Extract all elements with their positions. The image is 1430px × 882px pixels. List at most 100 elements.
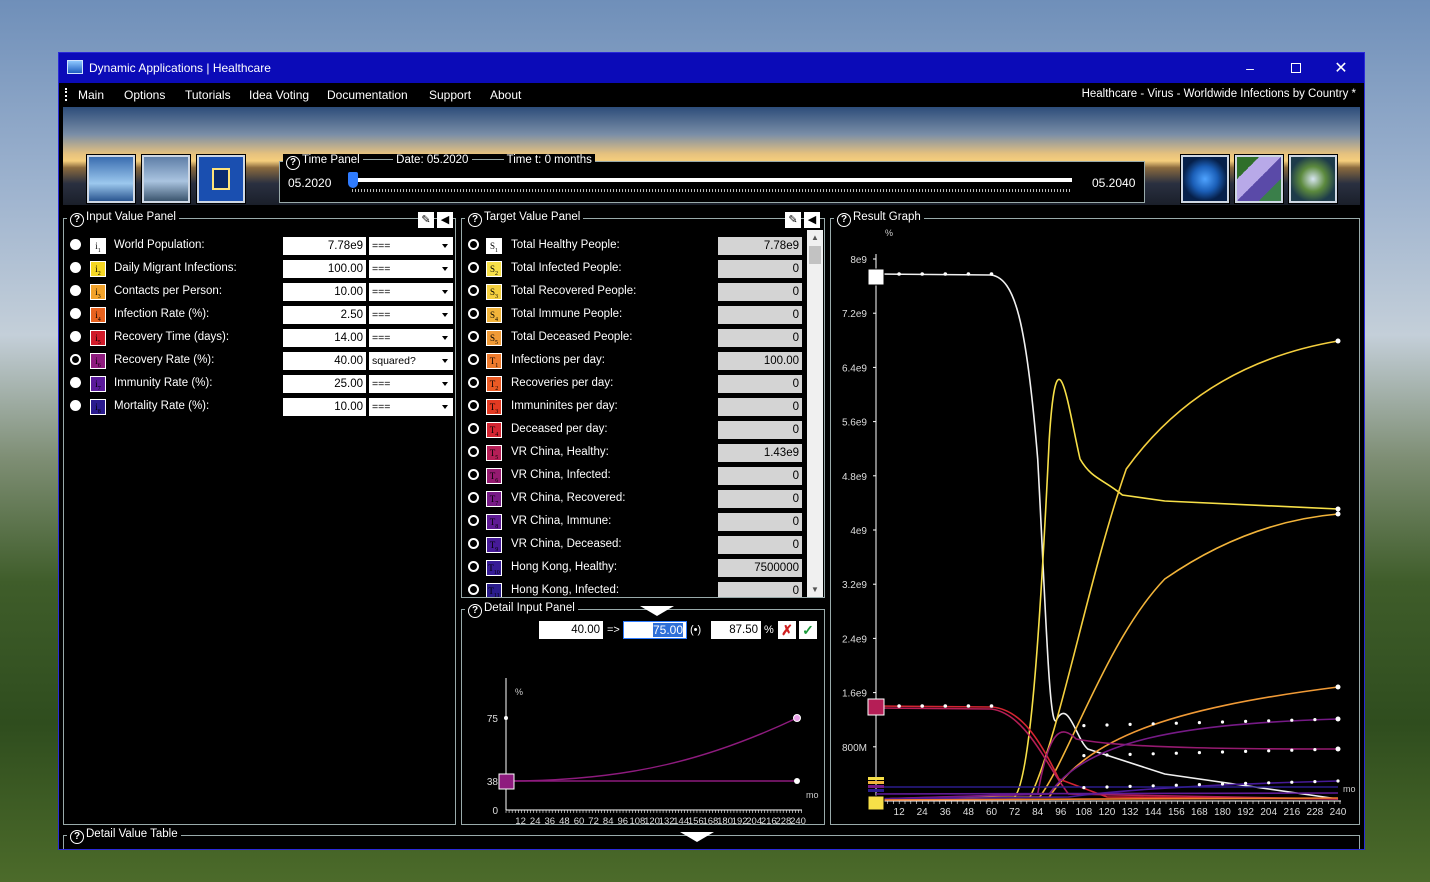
- menu-idea-voting[interactable]: Idea Voting: [249, 88, 309, 102]
- time-slider-track[interactable]: [352, 178, 1072, 182]
- target-row[interactable]: T1 Infections per day: 100.00: [462, 351, 806, 371]
- target-radio[interactable]: [468, 331, 479, 342]
- input-row[interactable]: i4 Infection Rate (%): 2.50 ===: [64, 305, 455, 325]
- target-radio[interactable]: [468, 400, 479, 411]
- input-radio[interactable]: [70, 285, 81, 296]
- input-radio[interactable]: [70, 308, 81, 319]
- target-radio[interactable]: [468, 354, 479, 365]
- input-value[interactable]: 25.00: [283, 375, 366, 393]
- input-row[interactable]: i8 Mortality Rate (%): 10.00 ===: [64, 397, 455, 417]
- input-value[interactable]: 10.00: [283, 283, 366, 301]
- scroll-thumb[interactable]: [809, 246, 821, 264]
- input-mode-select[interactable]: ===: [369, 398, 453, 416]
- time-slider-handle[interactable]: [348, 172, 358, 188]
- target-radio[interactable]: [468, 377, 479, 388]
- detail-to-input[interactable]: 75.00: [623, 621, 687, 639]
- confirm-icon[interactable]: ✓: [799, 621, 817, 639]
- close-icon[interactable]: ✕: [1318, 53, 1364, 83]
- target-row[interactable]: T11 Hong Kong, Infected: 0: [462, 581, 806, 597]
- input-value[interactable]: 7.78e9: [283, 237, 366, 255]
- target-row[interactable]: T3 Immuninites per day: 0: [462, 397, 806, 417]
- target-radio[interactable]: [468, 584, 479, 595]
- target-row[interactable]: T5 VR China, Healthy: 1.43e9: [462, 443, 806, 463]
- thumbnail-earth-icon[interactable]: [1289, 155, 1337, 203]
- thumbnail-lake-icon[interactable]: [142, 155, 190, 203]
- thumbnail-globe-icon[interactable]: [1181, 155, 1229, 203]
- input-row[interactable]: i6 Recovery Rate (%): 40.00 squared?: [64, 351, 455, 371]
- input-row[interactable]: i1 World Population: 7.78e9 ===: [64, 236, 455, 256]
- cancel-icon[interactable]: ✗: [778, 621, 796, 639]
- input-mode-select[interactable]: ===: [369, 329, 453, 347]
- input-row[interactable]: i3 Contacts per Person: 10.00 ===: [64, 282, 455, 302]
- target-radio[interactable]: [468, 262, 479, 273]
- result-chart[interactable]: % mo 8e9 7.2e9 6.4e9 5.6e9 4.8e9 4e9 3.2e9 2.4e9 1…: [831, 219, 1359, 824]
- edit-icon[interactable]: ✎: [418, 212, 434, 228]
- target-row[interactable]: S1 Total Healthy People: 7.78e9: [462, 236, 806, 256]
- target-row[interactable]: T8 VR China, Immune: 0: [462, 512, 806, 532]
- target-row[interactable]: T4 Deceased per day: 0: [462, 420, 806, 440]
- input-radio[interactable]: [70, 239, 81, 250]
- input-row[interactable]: i5 Recovery Time (days): 14.00 ===: [64, 328, 455, 348]
- menu-about[interactable]: About: [490, 88, 521, 102]
- scroll-down-icon[interactable]: ▼: [811, 585, 819, 594]
- target-radio[interactable]: [468, 239, 479, 250]
- input-row[interactable]: i7 Immunity Rate (%): 25.00 ===: [64, 374, 455, 394]
- target-row[interactable]: S5 Total Deceased People: 0: [462, 328, 806, 348]
- detail-from-value[interactable]: 40.00: [539, 621, 603, 639]
- target-row[interactable]: S2 Total Infected People: 0: [462, 259, 806, 279]
- input-radio[interactable]: [70, 262, 81, 273]
- target-row[interactable]: T6 VR China, Infected: 0: [462, 466, 806, 486]
- input-radio[interactable]: [70, 331, 81, 342]
- expand-down-icon[interactable]: [680, 832, 714, 842]
- thumbnail-collage-icon[interactable]: [1235, 155, 1283, 203]
- input-mode-select[interactable]: ===: [369, 237, 453, 255]
- target-row[interactable]: T10 Hong Kong, Healthy: 7500000: [462, 558, 806, 578]
- minimize-icon[interactable]: –: [1227, 53, 1273, 83]
- input-mode-select[interactable]: squared?: [369, 352, 453, 370]
- input-value[interactable]: 40.00: [283, 352, 366, 370]
- menu-documentation[interactable]: Documentation: [327, 88, 408, 102]
- input-radio[interactable]: [70, 354, 81, 365]
- input-mode-select[interactable]: ===: [369, 375, 453, 393]
- target-scrollbar[interactable]: ▲ ▼: [807, 230, 823, 597]
- target-radio[interactable]: [468, 469, 479, 480]
- input-value[interactable]: 100.00: [283, 260, 366, 278]
- input-value[interactable]: 2.50: [283, 306, 366, 324]
- target-radio[interactable]: [468, 308, 479, 319]
- target-row[interactable]: S3 Total Recovered People: 0: [462, 282, 806, 302]
- input-mode-select[interactable]: ===: [369, 306, 453, 324]
- menu-tutorials[interactable]: Tutorials: [185, 88, 231, 102]
- maximize-icon[interactable]: [1273, 53, 1319, 83]
- input-mode-select[interactable]: ===: [369, 260, 453, 278]
- target-row[interactable]: T9 VR China, Deceased: 0: [462, 535, 806, 555]
- target-row[interactable]: S4 Total Immune People: 0: [462, 305, 806, 325]
- target-radio[interactable]: [468, 423, 479, 434]
- detail-input-chart[interactable]: %mo7538012 24 36 48 60 72 84 96 1081201321441561…: [462, 638, 824, 826]
- target-radio[interactable]: [468, 515, 479, 526]
- detail-end-handle[interactable]: [793, 714, 801, 722]
- input-mode-select[interactable]: ===: [369, 283, 453, 301]
- menu-options[interactable]: Options: [124, 88, 165, 102]
- input-radio[interactable]: [70, 400, 81, 411]
- input-row[interactable]: i2 Daily Migrant Infections: 100.00 ===: [64, 259, 455, 279]
- target-radio[interactable]: [468, 446, 479, 457]
- menu-main[interactable]: Main: [78, 88, 104, 102]
- collapse-icon[interactable]: ◀: [804, 212, 820, 228]
- target-radio[interactable]: [468, 492, 479, 503]
- title-bar[interactable]: Dynamic Applications | Healthcare – ✕: [59, 53, 1364, 83]
- target-radio[interactable]: [468, 538, 479, 549]
- target-row[interactable]: T7 VR China, Recovered: 0: [462, 489, 806, 509]
- help-icon[interactable]: ?: [70, 213, 84, 227]
- collapse-icon[interactable]: ◀: [437, 212, 453, 228]
- help-icon[interactable]: ?: [468, 604, 482, 618]
- target-radio[interactable]: [468, 285, 479, 296]
- help-icon[interactable]: ?: [70, 830, 84, 844]
- detail-percent-value[interactable]: 87.50: [711, 621, 761, 639]
- input-radio[interactable]: [70, 377, 81, 388]
- scroll-up-icon[interactable]: ▲: [811, 233, 819, 242]
- expand-down-icon[interactable]: [640, 606, 674, 616]
- help-icon[interactable]: ?: [286, 156, 300, 170]
- menu-support[interactable]: Support: [429, 88, 471, 102]
- thumbnail-ocean-icon[interactable]: [87, 155, 135, 203]
- input-value[interactable]: 10.00: [283, 398, 366, 416]
